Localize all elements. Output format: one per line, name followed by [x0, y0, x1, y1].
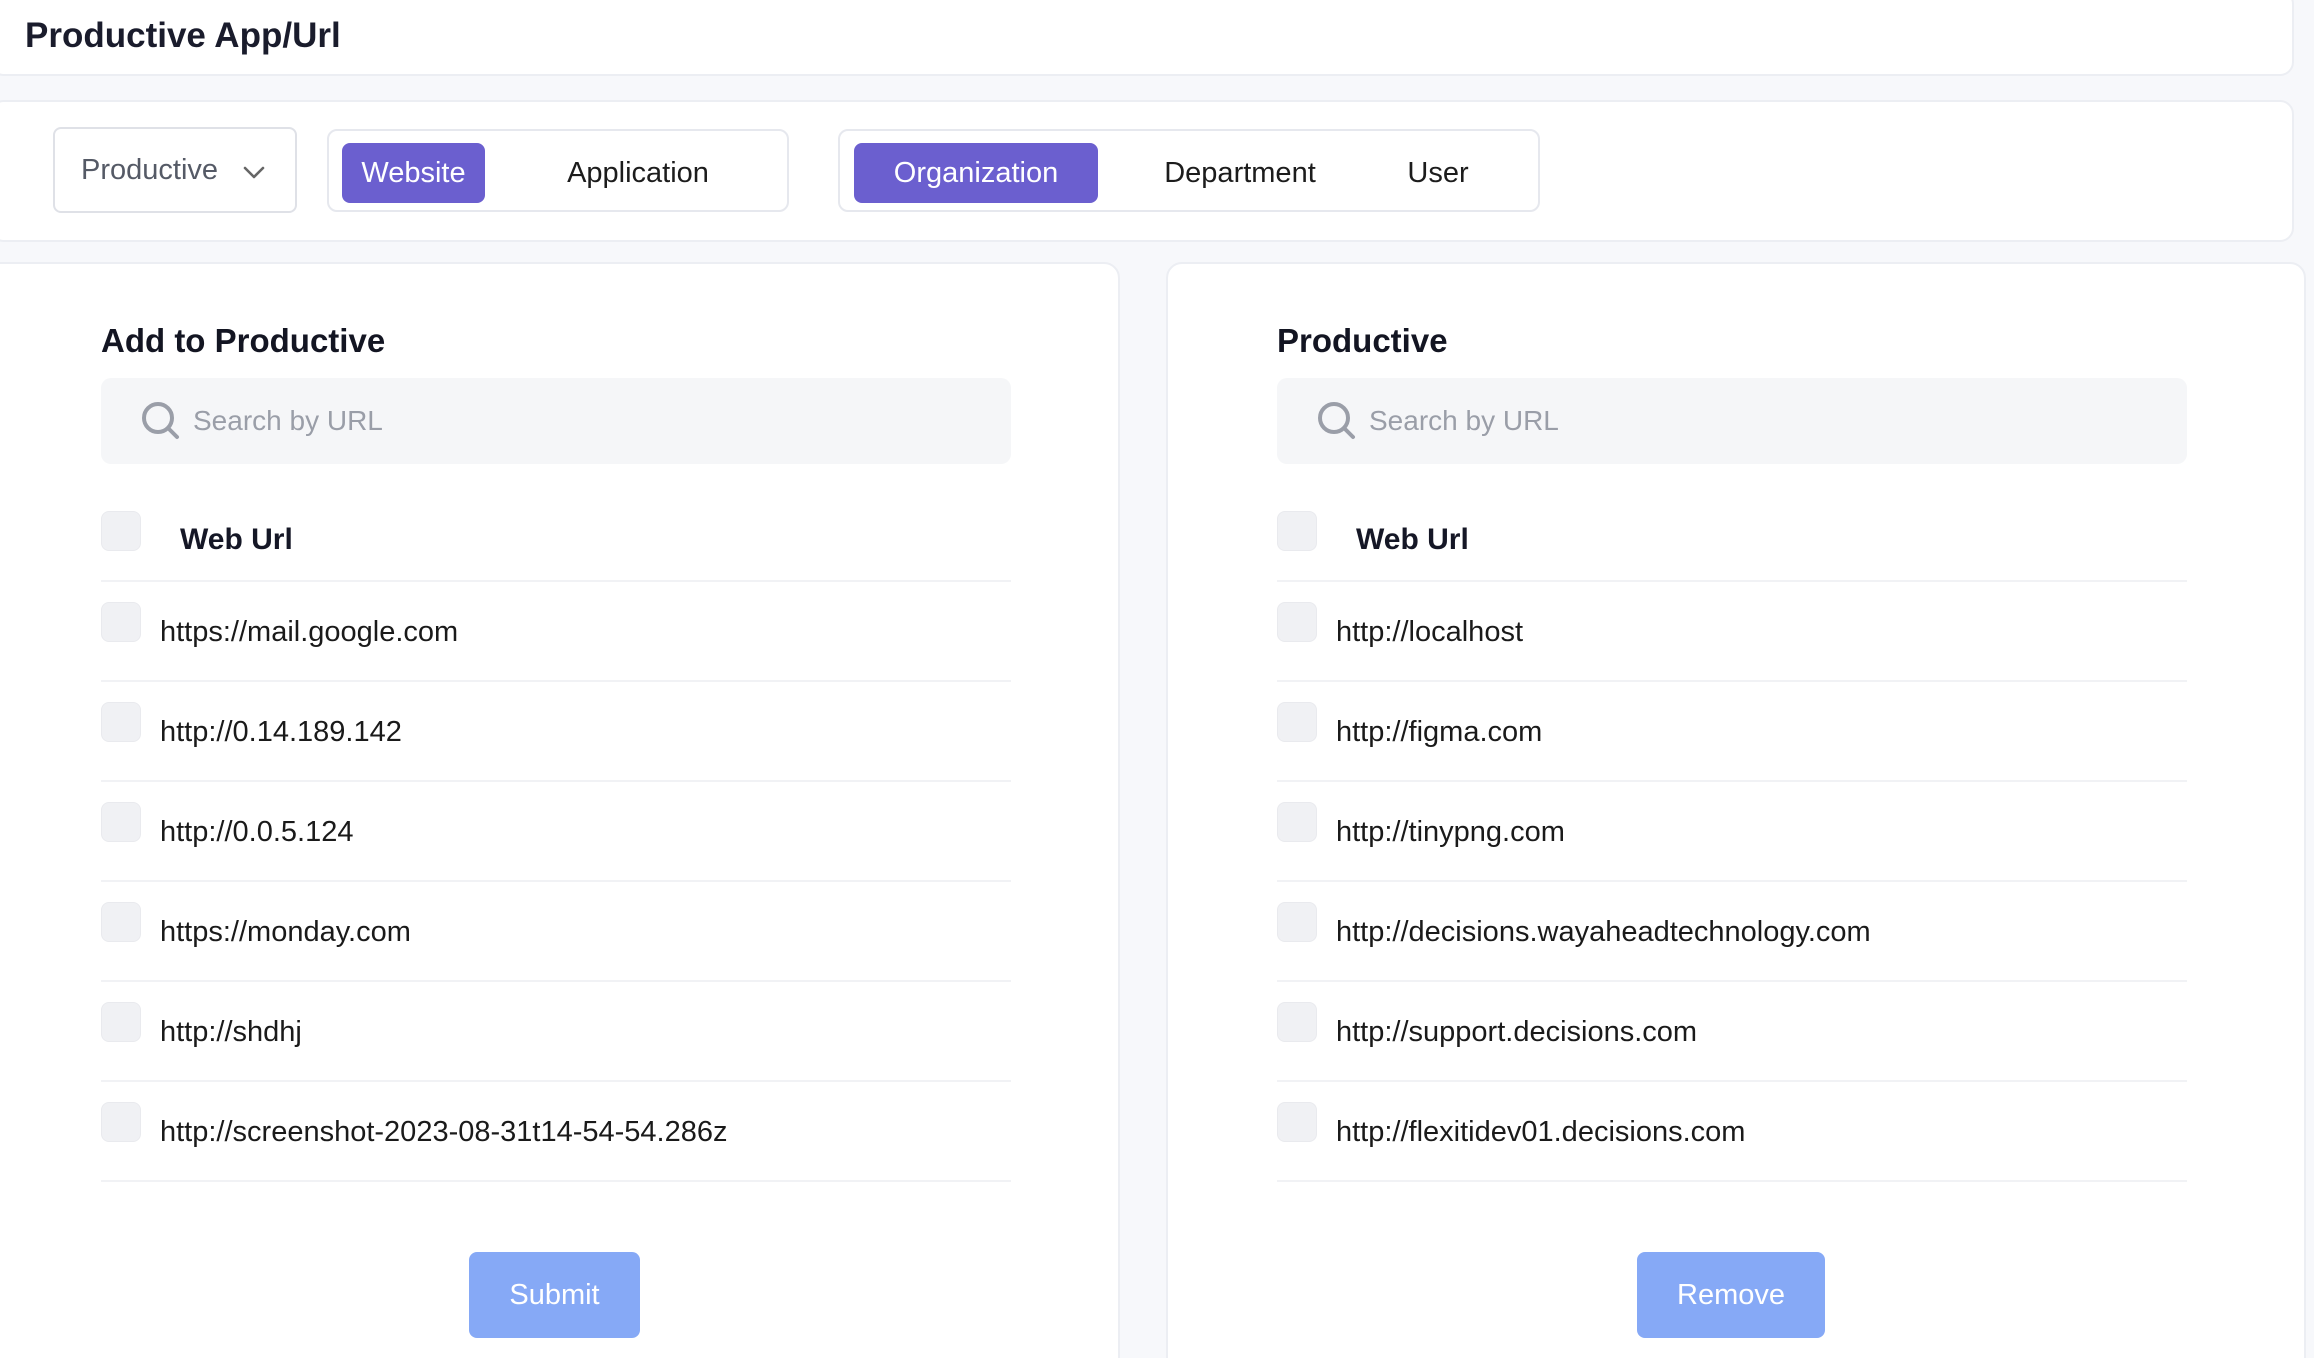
divider: [101, 980, 1011, 982]
tab-user[interactable]: User: [1358, 143, 1518, 203]
remove-button[interactable]: Remove: [1637, 1252, 1825, 1338]
divider: [1277, 1180, 2187, 1182]
productive-panel-title: Productive: [1277, 322, 1448, 359]
divider: [101, 1080, 1011, 1082]
row-url: https://mail.google.com: [160, 616, 459, 648]
chevron-down-icon: [241, 159, 267, 190]
tab-application[interactable]: Application: [495, 143, 781, 203]
productive-search-input[interactable]: [1369, 392, 2149, 450]
divider: [101, 1180, 1011, 1182]
row-url: http://0.14.189.142: [160, 716, 402, 748]
row-checkbox[interactable]: [1277, 1102, 1317, 1142]
row-url: http://0.0.5.124: [160, 816, 354, 848]
row-url: http://screenshot-2023-08-31t14-54-54.28…: [160, 1116, 728, 1148]
tab-website[interactable]: Website: [342, 143, 485, 203]
tab-department[interactable]: Department: [1140, 143, 1340, 203]
row-checkbox[interactable]: [101, 1002, 141, 1042]
row-checkbox[interactable]: [101, 902, 141, 942]
column-header-web-url: Web Url: [180, 523, 293, 556]
row-url: http://figma.com: [1336, 716, 1543, 748]
divider: [101, 880, 1011, 882]
row-checkbox[interactable]: [101, 802, 141, 842]
row-checkbox[interactable]: [101, 1102, 141, 1142]
row-checkbox[interactable]: [1277, 802, 1317, 842]
select-all-checkbox[interactable]: [101, 511, 141, 551]
productive-search-box: [1277, 378, 2187, 464]
row-url: http://tinypng.com: [1336, 816, 1565, 848]
row-url: http://localhost: [1336, 616, 1523, 648]
column-header-web-url: Web Url: [1356, 523, 1469, 556]
row-url: http://flexitidev01.decisions.com: [1336, 1116, 1746, 1148]
category-select-value: Productive: [81, 153, 219, 186]
type-tabs: Website Application: [327, 129, 789, 212]
row-checkbox[interactable]: [1277, 902, 1317, 942]
add-panel-title: Add to Productive: [101, 322, 386, 359]
divider: [1277, 980, 2187, 982]
submit-button[interactable]: Submit: [469, 1252, 640, 1338]
search-icon: [141, 401, 181, 446]
scope-tabs: Organization Department User: [838, 129, 1540, 212]
title-bar: [0, 0, 2294, 76]
tab-organization[interactable]: Organization: [854, 143, 1098, 203]
divider: [101, 580, 1011, 582]
add-search-input[interactable]: [193, 392, 973, 450]
row-url: http://support.decisions.com: [1336, 1016, 1698, 1048]
divider: [1277, 880, 2187, 882]
category-select[interactable]: Productive: [53, 127, 297, 213]
row-url: http://shdhj: [160, 1016, 302, 1048]
divider: [101, 680, 1011, 682]
row-checkbox[interactable]: [101, 702, 141, 742]
row-url: https://monday.com: [160, 916, 411, 948]
divider: [1277, 1080, 2187, 1082]
page-title: Productive App/Url: [25, 16, 341, 55]
row-checkbox[interactable]: [1277, 702, 1317, 742]
row-url: http://decisions.wayaheadtechnology.com: [1336, 916, 1871, 948]
search-icon: [1317, 401, 1357, 446]
divider: [1277, 580, 2187, 582]
add-search-box: [101, 378, 1011, 464]
divider: [1277, 780, 2187, 782]
select-all-checkbox[interactable]: [1277, 511, 1317, 551]
divider: [101, 780, 1011, 782]
row-checkbox[interactable]: [1277, 1002, 1317, 1042]
row-checkbox[interactable]: [101, 602, 141, 642]
row-checkbox[interactable]: [1277, 602, 1317, 642]
divider: [1277, 680, 2187, 682]
